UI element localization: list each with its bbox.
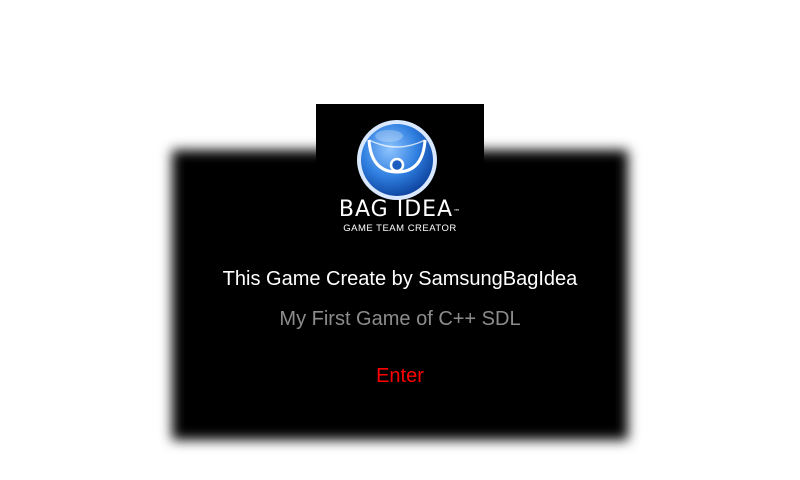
subtitle-text: My First Game of C++ SDL (279, 308, 521, 330)
brand-name: BAG IDEA™ (338, 197, 462, 222)
trademark-mark: ™ (453, 208, 462, 216)
brand-block: BAG IDEA™ GAME TEAM CREATOR (300, 198, 500, 235)
brand-tagline: GAME TEAM CREATOR (343, 223, 457, 234)
title-screen: BAG IDEA™ GAME TEAM CREATOR This Game Cr… (0, 0, 800, 480)
enter-button[interactable]: Enter (0, 365, 800, 388)
credit-text: This Game Create by SamsungBagIdea (222, 268, 578, 290)
bag-idea-logo-icon (355, 118, 439, 202)
